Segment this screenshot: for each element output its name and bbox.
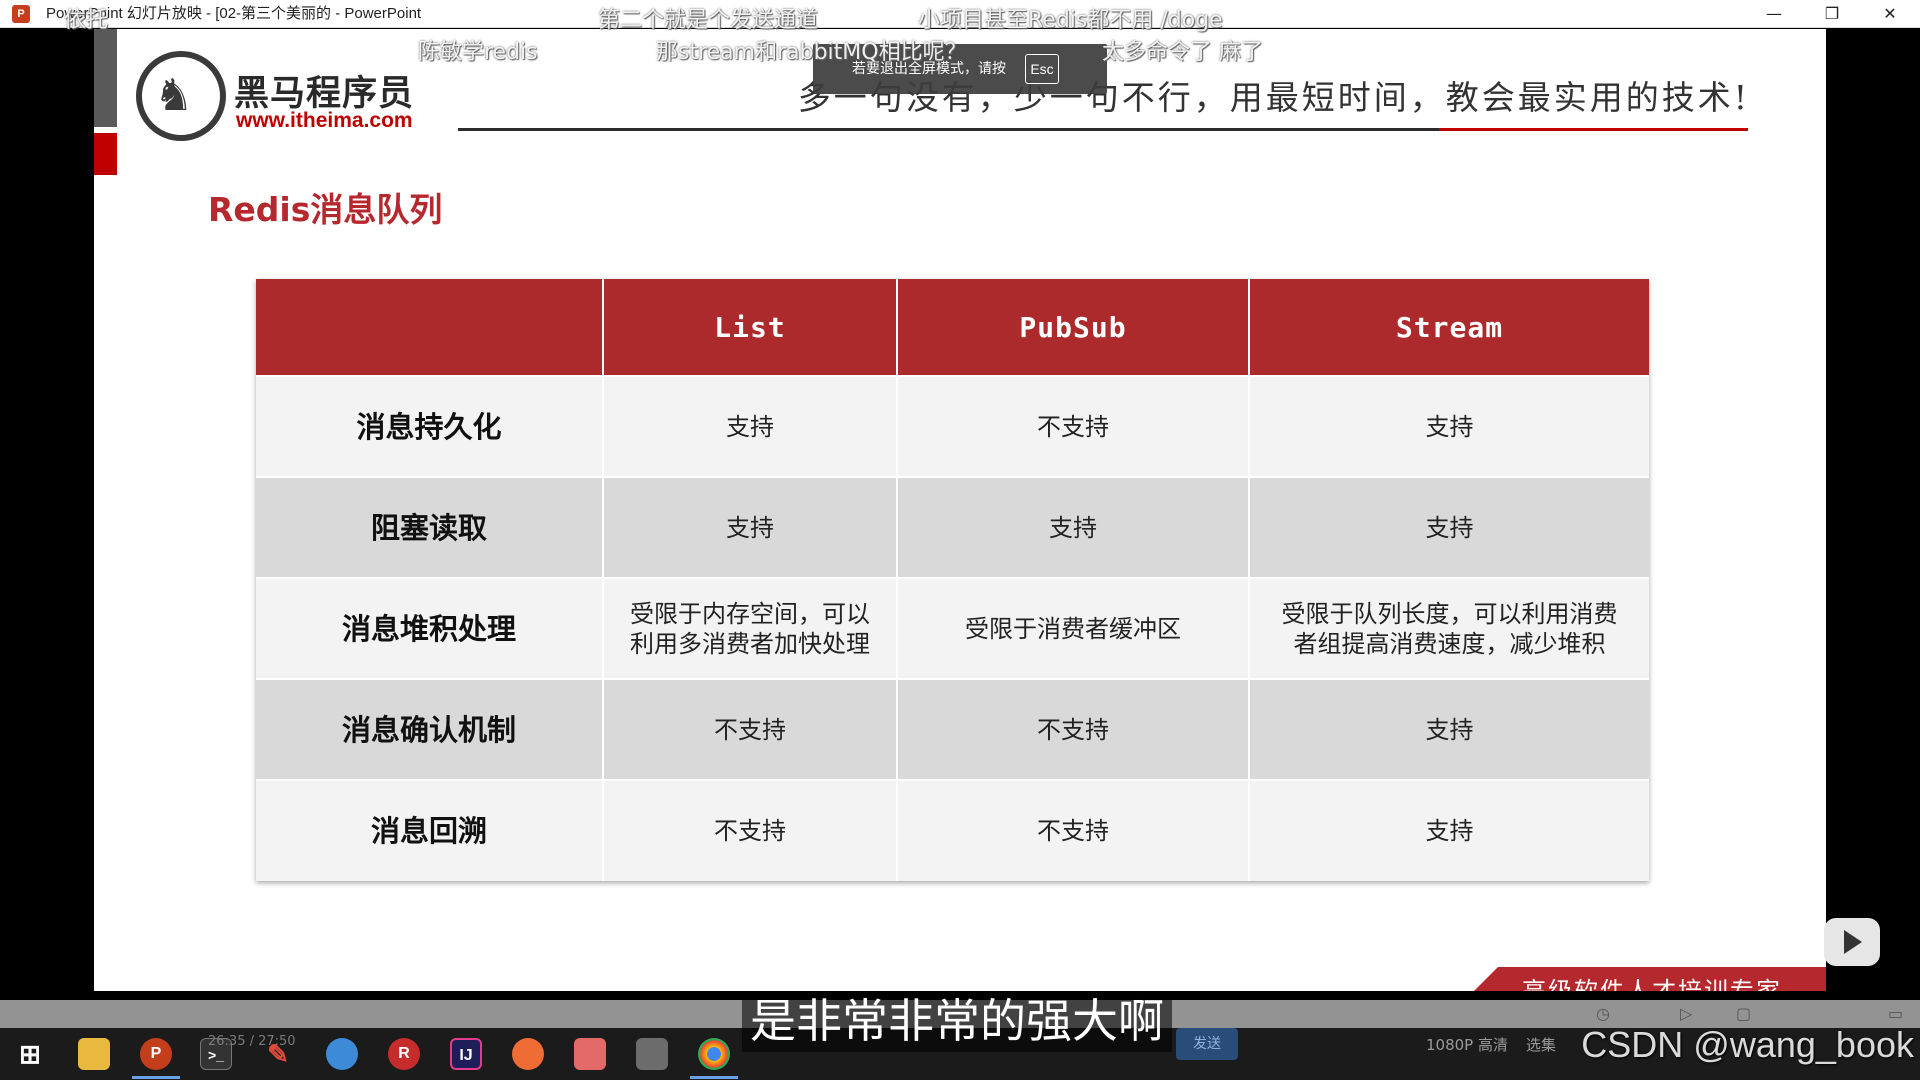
table-row: 消息回溯 不支持 不支持 支持: [256, 779, 1649, 881]
horse-icon: ♞: [154, 70, 194, 121]
table-cell: 支持: [897, 476, 1250, 578]
screenshot-tool-icon[interactable]: [636, 1038, 668, 1070]
table-header-row: List PubSub Stream: [256, 279, 1649, 376]
table-cell: 支持: [603, 375, 898, 477]
header-divider-accent: [1439, 128, 1748, 131]
video-time: 26:35 / 27:50: [208, 1034, 296, 1049]
active-app-indicator: [690, 1076, 738, 1079]
table-header-corner: [256, 279, 604, 376]
slide-accent-bar-red: [94, 133, 117, 175]
table-header-stream: Stream: [1249, 279, 1649, 376]
table-cell: 不支持: [897, 779, 1250, 881]
powerpoint-taskbar-icon[interactable]: P: [140, 1038, 172, 1070]
powerpoint-icon: P: [12, 5, 30, 23]
table-cell: 不支持: [603, 779, 898, 881]
csdn-watermark: CSDN @wang_book: [1581, 1024, 1914, 1065]
close-button[interactable]: ✕: [1862, 0, 1918, 28]
redis-desktop-icon[interactable]: R: [388, 1038, 420, 1070]
table-cell: 支持: [1249, 678, 1649, 780]
table-cell: 不支持: [897, 375, 1250, 477]
table-cell: 支持: [1249, 375, 1649, 477]
slide-accent-bar-grey: [94, 29, 117, 127]
player-control-icon[interactable]: ◷: [1596, 1004, 1610, 1023]
slide-title: Redis消息队列: [208, 190, 443, 229]
danmaku-comment: 太多命令了 麻了: [1102, 40, 1263, 65]
danmaku-send-button[interactable]: 发送: [1176, 1028, 1238, 1060]
row-label: 消息堆积处理: [256, 577, 604, 679]
table-cell: 受限于内存空间，可以利用多消费者加快处理: [603, 577, 898, 679]
player-control-icon[interactable]: ▢: [1736, 1004, 1751, 1023]
active-app-indicator: [132, 1076, 180, 1079]
slide: ♞ 黑马程序员 www.itheima.com 多一句没有，少一句不行，用最短时…: [94, 29, 1826, 991]
danmaku-comment: 第二个就是个发送通道: [598, 8, 819, 33]
logo-url: www.itheima.com: [236, 109, 413, 132]
table-cell: 支持: [1249, 779, 1649, 881]
esc-key-badge: Esc: [1025, 54, 1059, 84]
minimize-button[interactable]: —: [1746, 0, 1802, 28]
danmaku-comment: 那stream和rabbitMQ相比呢？: [656, 40, 967, 65]
row-label: 消息回溯: [256, 779, 604, 881]
chrome-icon[interactable]: [698, 1038, 730, 1070]
episode-selector[interactable]: 选集: [1526, 1034, 1556, 1055]
table-row: 消息持久化 支持 不支持 支持: [256, 375, 1649, 477]
intellij-idea-icon[interactable]: IJ: [450, 1038, 482, 1070]
table-cell: 不支持: [897, 678, 1250, 780]
table-cell: 支持: [603, 476, 898, 578]
restore-button[interactable]: ❐: [1804, 0, 1860, 28]
table-cell: 受限于队列长度，可以利用消费者组提高消费速度，减少堆积: [1249, 577, 1649, 679]
sketch-app-icon[interactable]: [326, 1038, 358, 1070]
comparison-table: List PubSub Stream 消息持久化 支持 不支持 支持 阻塞读取 …: [256, 279, 1649, 881]
row-label: 消息持久化: [256, 375, 604, 477]
file-explorer-icon[interactable]: [78, 1038, 110, 1070]
video-subtitle: 是非常非常的强大啊: [742, 992, 1172, 1052]
play-triangle-icon: [1844, 930, 1862, 954]
postman-icon[interactable]: [512, 1038, 544, 1070]
danmaku-comment: 小项目甚至Redis都不用 /doge: [918, 8, 1223, 33]
player-control-icon[interactable]: ▭: [1888, 1004, 1903, 1023]
danmaku-comment: 陈敏学redis: [418, 40, 538, 65]
table-cell: 不支持: [603, 678, 898, 780]
table-cell: 支持: [1249, 476, 1649, 578]
tagline-text: 高级软件人才培训专家: [1522, 977, 1782, 991]
eraser-app-icon[interactable]: [574, 1038, 606, 1070]
table-row: 阻塞读取 支持 支持 支持: [256, 476, 1649, 578]
table-cell: 受限于消费者缓冲区: [897, 577, 1250, 679]
table-row: 消息确认机制 不支持 不支持 支持: [256, 678, 1649, 780]
table-row: 消息堆积处理 受限于内存空间，可以利用多消费者加快处理 受限于消费者缓冲区 受限…: [256, 577, 1649, 679]
quality-selector[interactable]: 1080P 高清: [1426, 1034, 1508, 1055]
table-header-pubsub: PubSub: [897, 279, 1250, 376]
row-label: 消息确认机制: [256, 678, 604, 780]
windows-start-icon[interactable]: ⊞: [14, 1038, 46, 1070]
player-control-icon[interactable]: ▷: [1680, 1004, 1692, 1023]
row-label: 阻塞读取: [256, 476, 604, 578]
danmaku-comment: 依托: [64, 8, 109, 33]
table-header-list: List: [603, 279, 898, 376]
